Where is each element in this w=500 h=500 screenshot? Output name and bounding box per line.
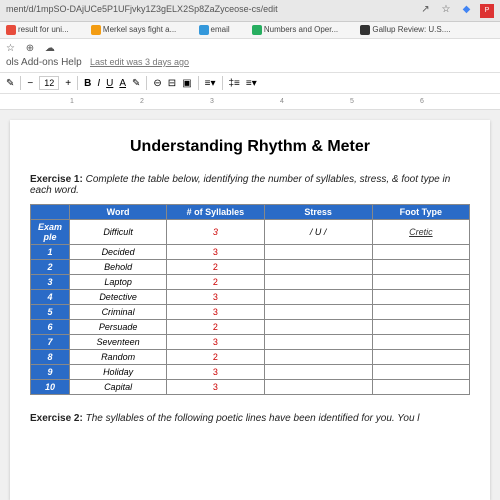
star-icon[interactable]: ☆ [439,3,453,17]
align-button[interactable]: ≡▾ [205,78,216,89]
browser-actions: ↗ ☆ ◆ P [414,3,494,18]
table-row: 6Persuade2 [31,320,470,335]
font-inc[interactable]: + [65,78,71,89]
bold-button[interactable]: B [84,78,91,89]
browser-url-bar: ment/d/1mpSO-DAjUCe5P1UFjvky1Z3gELX2Sp8Z… [0,0,500,22]
bookmark-item[interactable]: email [199,25,240,35]
line-spacing-button[interactable]: ‡≡ [229,78,240,89]
link-button[interactable]: ⊖ [153,78,161,89]
highlight-button[interactable]: ✎ [132,78,140,89]
th-blank [31,205,70,220]
comment-button[interactable]: ⊟ [168,78,176,89]
exercise2-prompt: Exercise 2: The syllables of the followi… [30,413,470,424]
document-page[interactable]: Understanding Rhythm & Meter Exercise 1:… [10,120,490,500]
move-icon[interactable]: ⊕ [26,43,34,54]
table-row: 8Random2 [31,350,470,365]
row-label: Exam ple [31,220,70,245]
menu-help[interactable]: Help [61,57,82,68]
table-row: 4Detective3 [31,290,470,305]
list-button[interactable]: ≡▾ [246,78,257,89]
font-size-input[interactable]: 12 [39,76,59,90]
url-text[interactable]: ment/d/1mpSO-DAjUCe5P1UFjvky1Z3gELX2Sp8Z… [6,4,286,14]
table-row: 2Behold2 [31,260,470,275]
table-row-example: Exam ple Difficult 3 / U / Cretic [31,220,470,245]
th-word: Word [69,205,166,220]
ext-icon[interactable]: ◆ [459,3,473,17]
table-row: 9Holiday3 [31,365,470,380]
bookmark-item[interactable]: result for uni... [6,25,79,35]
doc-star-icon[interactable]: ☆ [6,43,15,54]
bookmarks-bar: result for uni... Merkel says fight a...… [0,22,500,39]
cloud-icon[interactable]: ☁ [45,43,55,54]
table-row: 5Criminal3 [31,305,470,320]
open-new-icon[interactable]: ↗ [418,3,432,17]
ruler[interactable]: 1 2 3 4 5 6 [0,94,500,110]
bookmark-item[interactable]: Gallup Review: U.S.... [360,25,460,35]
page-title: Understanding Rhythm & Meter [30,138,470,156]
italic-button[interactable]: I [97,78,100,89]
menu-addons[interactable]: Add-ons [21,57,58,68]
table-row: 7Seventeen3 [31,335,470,350]
image-button[interactable]: ▣ [182,78,191,89]
th-stress: Stress [264,205,372,220]
pdf-icon[interactable]: P [480,4,494,18]
table-row: 1Decided3 [31,245,470,260]
paint-format-icon[interactable]: ✎ [6,78,14,89]
docs-toolbar: ☆ ⊕ ☁ ols Add-ons Help Last edit was 3 d… [0,39,500,73]
exercise1-prompt: Exercise 1: Complete the table below, id… [30,174,470,196]
bookmark-item[interactable]: Numbers and Oper... [252,25,348,35]
bookmark-item[interactable]: Merkel says fight a... [91,25,186,35]
font-dec[interactable]: − [27,78,33,89]
exercise1-table: Word # of Syllables Stress Foot Type Exa… [30,204,470,395]
text-color-button[interactable]: A [119,78,126,89]
th-foot: Foot Type [372,205,469,220]
format-toolbar: ✎ − 12 + B I U A ✎ ⊖ ⊟ ▣ ≡▾ ‡≡ ≡▾ [0,73,500,94]
th-syllables: # of Syllables [167,205,264,220]
table-row: 3Laptop2 [31,275,470,290]
last-edit-link[interactable]: Last edit was 3 days ago [90,57,189,67]
underline-button[interactable]: U [106,78,113,89]
table-row: 10Capital3 [31,380,470,395]
menu-tools[interactable]: ols [6,57,19,68]
